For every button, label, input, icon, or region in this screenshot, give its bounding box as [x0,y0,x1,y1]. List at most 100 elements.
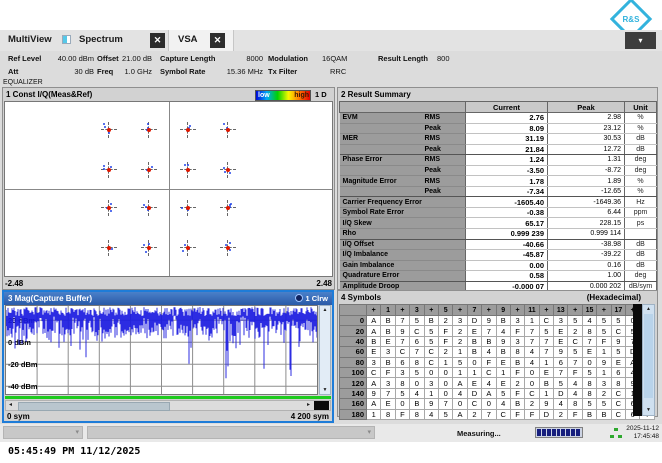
symbols-row: 160AE0B970C04B294855C6A [340,399,655,409]
tab-multiview[interactable]: MultiView [8,34,52,45]
mag-plot[interactable]: 20 dBm0 dBm-20 dBm-40 dBm [5,305,318,395]
offset-value[interactable]: 21.00 dB [112,54,152,63]
modulation-value[interactable]: 16QAM [322,54,347,63]
scrollbar-corner-box[interactable] [314,401,329,410]
window-symbols[interactable]: 4 Symbols (Hexadecimal) +1+3+5+7+9+11+13… [337,290,658,417]
modulation-label: Modulation [268,54,308,63]
symbol-cell: 5 [410,367,424,377]
symbol-cell: E [539,367,553,377]
result-cell: 2.98 [548,113,625,124]
symbol-cell: 7 [381,388,395,398]
symbol-cell: F [510,388,524,398]
result-cell: 30.53 [548,134,625,145]
mag-x-start-label: 0 sym [7,411,30,422]
result-cell: ps [625,218,657,229]
symbol-cell: B [367,336,381,346]
symbols-scrollbar-thumb[interactable] [644,314,653,398]
symbol-cell: D [467,316,481,326]
mag-vertical-scrollbar[interactable]: ▲ ▼ [319,305,331,395]
symbols-row: 60E3C7C21B4B84795E15D9 [340,347,655,357]
capture-length-value[interactable]: 8000 [218,54,263,63]
result-cell: I/Q Skew [340,218,422,229]
symbol-cell: 2 [438,316,452,326]
scroll-left-icon[interactable]: ◂ [9,401,12,410]
symbol-cell: A [367,378,381,388]
symbol-cell: C [539,316,553,326]
symbol-rate-value[interactable]: 15.36 MHz [218,67,263,76]
att-value[interactable]: 30 dB [42,67,94,76]
freq-value[interactable]: 1.0 GHz [112,67,152,76]
status-dropdown-left[interactable]: ▾ [3,426,83,439]
symbol-cell: 9 [611,336,625,346]
result-row: Peak21.8412.72dB [340,144,657,155]
result-cell: -1649.36 [548,197,625,208]
window4-header[interactable]: 4 Symbols (Hexadecimal) [338,291,657,304]
result-cell: 1.89 [548,176,625,187]
symbols-col-header: 17 [611,305,625,316]
symbol-cell: 7 [539,347,553,357]
symbol-cell: 1 [597,367,611,377]
symbols-col-header: 15 [582,305,596,316]
symbol-cell: 8 [395,378,409,388]
symbol-cell: 0 [525,378,539,388]
symbol-cell: 2 [438,347,452,357]
status-time: 17:45:48 [626,433,659,441]
constellation-plot[interactable] [4,101,333,277]
symbol-cell: 5 [568,347,582,357]
symbol-cell: F [510,326,524,336]
symbols-col-header: 7 [467,305,481,316]
freq-label: Freq [97,67,113,76]
scroll-right-icon[interactable]: ▸ [307,401,310,410]
result-row: I/Q Skew65.17228.15ps [340,218,657,229]
tab-spectrum[interactable]: Spectrum [79,34,123,45]
symbol-cell: 8 [568,399,582,409]
symbol-cell: E [367,347,381,357]
symbol-cell: 9 [496,336,510,346]
result-cell: dB [625,239,657,250]
symbol-cell: 4 [554,399,568,409]
scroll-down-icon[interactable]: ▼ [320,386,330,394]
symbols-scroll-up-icon[interactable]: ▲ [643,305,654,314]
result-length-value[interactable]: 800 [437,54,450,63]
window1-header[interactable]: 1 Const I/Q(Meas&Ref) low high 1 D [3,88,334,101]
symbol-cell: 1 [597,347,611,357]
symbol-cell: 0 [525,367,539,377]
symbol-cell: 1 [467,367,481,377]
symbols-scroll-down-icon[interactable]: ▼ [643,406,654,415]
window-result-summary[interactable]: 2 Result Summary Current Peak Unit EVMRM… [337,87,658,290]
result-row: Peak-7.34-12.65% [340,186,657,197]
symbol-cell: 8 [582,326,596,336]
scroll-up-icon[interactable]: ▲ [320,306,330,314]
symbol-cell: 7 [482,326,496,336]
mag-horizontal-scrollbar[interactable]: ◂ ▸ [5,400,331,411]
trace-dot-icon [295,294,303,302]
close-vsa-tab-icon[interactable]: ✕ [210,33,225,48]
window2-header[interactable]: 2 Result Summary [338,88,657,101]
symbol-cell: 5 [539,326,553,336]
symbols-scrollbar[interactable]: ▲ ▼ [642,304,655,416]
symbol-cell: 6 [611,367,625,377]
window-mag-capture-buffer[interactable]: 3 Mag(Capture Buffer) 1 Clrw 20 dBm0 dBm… [2,290,334,423]
close-spectrum-tab-icon[interactable]: ✕ [150,33,165,48]
status-dropdown-right[interactable]: ▾ [87,426,375,439]
window-menu-button[interactable]: ▾ [625,32,656,49]
constellation-point [220,200,236,216]
symbol-cell: B [381,316,395,326]
result-row: Peak-3.50-8.72deg [340,165,657,176]
symbol-cell: A [453,378,467,388]
window-constellation[interactable]: 1 Const I/Q(Meas&Ref) low high 1 D -2.48… [2,87,335,290]
result-cell: Peak [422,165,466,176]
measuring-status-label: Measuring... [457,429,501,438]
result-row: Rho0.999 2390.999 114 [340,229,657,240]
ref-level-value[interactable]: 40.00 dBm [42,54,94,63]
result-cell [625,229,657,240]
tx-filter-value[interactable]: RRC [330,67,346,76]
scrollbar-thumb[interactable] [18,402,170,411]
symbol-cell: B [467,336,481,346]
symbol-cell: E [496,378,510,388]
symbol-cell: 0 [410,378,424,388]
symbol-cell: 1 [525,316,539,326]
symbols-col-header: + [597,305,611,316]
constellation-point [141,122,157,138]
window3-header[interactable]: 3 Mag(Capture Buffer) 1 Clrw [4,292,332,305]
